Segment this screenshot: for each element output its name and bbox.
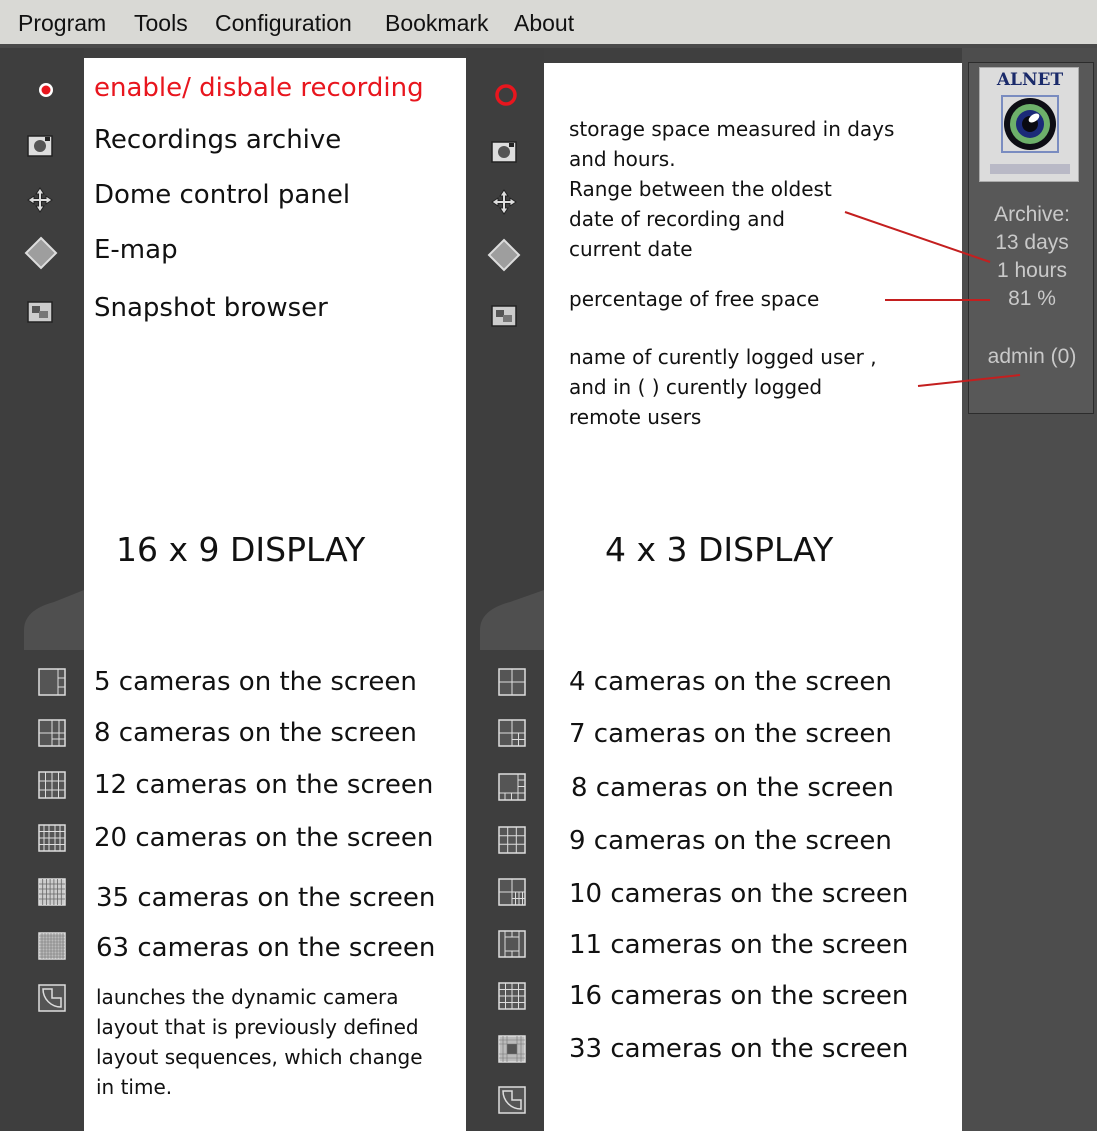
label-emap: E-map <box>94 235 178 265</box>
storage-note-line-1: storage space measured in days <box>569 117 895 141</box>
right-display-heading: 4 x 3 DISPLAY <box>605 530 834 569</box>
menu-tools[interactable]: Tools <box>134 10 188 37</box>
layout-16-label: 16 cameras on the screen <box>569 981 909 1011</box>
layout-11-label: 11 cameras on the screen <box>569 930 909 960</box>
dynamic-layout-icon[interactable] <box>498 1086 526 1114</box>
layout-7-icon[interactable] <box>498 719 526 747</box>
user-note-line-1: name of curently logged user , <box>569 345 877 369</box>
logo-text: ALNET <box>996 70 1064 90</box>
layout-63-label: 63 cameras on the screen <box>96 933 436 963</box>
layout-4-label: 4 cameras on the screen <box>569 667 892 697</box>
menu-bar: Program Tools Configuration Bookmark Abo… <box>0 0 1097 48</box>
user-note-line-3: remote users <box>569 405 702 429</box>
snapshot-icon[interactable] <box>490 302 518 330</box>
storage-note-line-3: Range between the oldest <box>569 177 832 201</box>
layout-5-label: 5 cameras on the screen <box>94 667 417 697</box>
dome-control-icon[interactable] <box>26 186 54 214</box>
layout-35-icon[interactable] <box>38 878 66 906</box>
layout-10-icon[interactable] <box>498 878 526 906</box>
menu-bookmark[interactable]: Bookmark <box>385 10 489 37</box>
storage-note-line-4: date of recording and <box>569 207 785 231</box>
layout-7-label: 7 cameras on the screen <box>569 719 892 749</box>
archive-label: Archive: <box>994 203 1070 226</box>
archive-hours: 1 hours <box>996 259 1068 282</box>
emap-icon[interactable] <box>24 236 58 270</box>
archive-days: 13 days <box>995 231 1069 254</box>
tab-corner-left <box>24 590 84 650</box>
layout-12-icon[interactable] <box>38 771 66 799</box>
archive-icon[interactable] <box>490 138 518 166</box>
layout-9-label: 9 cameras on the screen <box>569 826 892 856</box>
layout-8-icon[interactable] <box>498 773 526 801</box>
dynamic-layout-line-2: layout that is previously defined <box>96 1015 419 1039</box>
free-space-value: 81 % <box>1008 287 1056 310</box>
left-annotation-panel <box>84 58 466 1131</box>
layout-8-icon[interactable] <box>38 719 66 747</box>
emap-icon[interactable] <box>487 238 521 272</box>
menu-configuration[interactable]: Configuration <box>215 10 352 37</box>
logo-underline <box>990 164 1070 174</box>
dome-control-icon[interactable] <box>490 188 518 216</box>
logged-user: admin (0) <box>987 345 1077 368</box>
status-panel: ALNET Archive: 13 days 1 hours 81 % admi… <box>968 62 1094 414</box>
archive-icon[interactable] <box>26 132 54 160</box>
layout-4-icon[interactable] <box>498 668 526 696</box>
label-dome: Dome control panel <box>94 180 351 210</box>
storage-note-line-5: current date <box>569 237 693 261</box>
snapshot-icon[interactable] <box>26 298 54 326</box>
alnet-logo: ALNET <box>979 67 1079 182</box>
label-snapshot: Snapshot browser <box>94 293 328 323</box>
dynamic-layout-line-4: in time. <box>96 1075 173 1099</box>
dynamic-layout-icon[interactable] <box>38 984 66 1012</box>
layout-63-icon[interactable] <box>38 932 66 960</box>
layout-10-label: 10 cameras on the screen <box>569 879 909 909</box>
layout-11-icon[interactable] <box>498 930 526 958</box>
dynamic-layout-line-1: launches the dynamic camera <box>96 985 399 1009</box>
layout-8-label: 8 cameras on the screen <box>571 773 894 803</box>
layout-16-icon[interactable] <box>498 982 526 1010</box>
layout-9-icon[interactable] <box>498 826 526 854</box>
storage-note-line-2: and hours. <box>569 147 676 171</box>
dynamic-layout-line-3: layout sequences, which change <box>96 1045 423 1069</box>
layout-12-label: 12 cameras on the screen <box>94 770 434 800</box>
tab-corner-middle <box>480 590 544 650</box>
menu-divider <box>0 44 1097 48</box>
menu-program[interactable]: Program <box>18 10 106 37</box>
layout-8-label: 8 cameras on the screen <box>94 718 417 748</box>
layout-5-icon[interactable] <box>38 668 66 696</box>
layout-33-label: 33 cameras on the screen <box>569 1034 909 1064</box>
camera-lens-icon <box>1001 95 1059 153</box>
label-recording: enable/ disbale recording <box>94 73 424 103</box>
layout-33-icon[interactable] <box>498 1035 526 1063</box>
record-icon[interactable] <box>32 76 60 104</box>
free-space-note: percentage of free space <box>569 287 820 311</box>
label-archive: Recordings archive <box>94 125 342 155</box>
menu-about[interactable]: About <box>514 10 574 37</box>
layout-20-label: 20 cameras on the screen <box>94 823 434 853</box>
left-display-heading: 16 x 9 DISPLAY <box>116 530 366 569</box>
layout-20-icon[interactable] <box>38 824 66 852</box>
layout-35-label: 35 cameras on the screen <box>96 883 436 913</box>
user-note-line-2: and in ( ) curently logged <box>569 375 823 399</box>
record-off-icon[interactable] <box>492 81 520 109</box>
